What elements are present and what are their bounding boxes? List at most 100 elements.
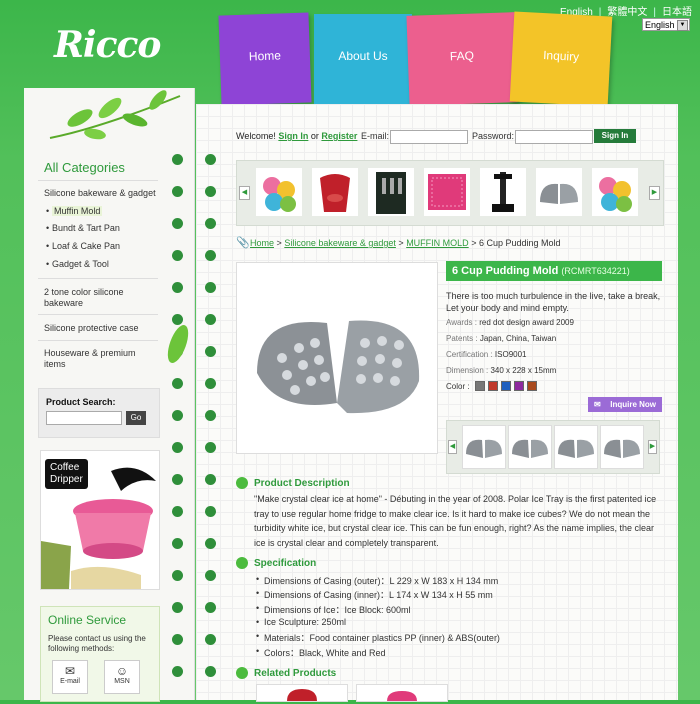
ring	[205, 378, 216, 389]
breadcrumb-subcategory[interactable]: MUFFIN MOLD	[406, 238, 469, 248]
related-products-heading: Related Products	[254, 668, 337, 679]
ring	[205, 314, 216, 325]
awards-value: red dot design award 2009	[479, 318, 574, 327]
related-product-image	[287, 689, 317, 701]
ring	[205, 538, 216, 549]
carousel-next-arrow[interactable]: ▶	[649, 186, 660, 200]
ring	[205, 250, 216, 261]
ring	[172, 602, 183, 613]
ring	[205, 474, 216, 485]
ring	[205, 570, 216, 581]
password-field[interactable]	[515, 130, 593, 144]
nav-about-us[interactable]: About Us	[314, 14, 412, 104]
product-thumb-image	[376, 172, 406, 214]
related-product-card[interactable]	[356, 684, 448, 702]
carousel-thumb[interactable]	[480, 168, 526, 216]
breadcrumb-home[interactable]: Home	[250, 238, 274, 248]
ring	[205, 410, 216, 421]
category-houseware[interactable]: Houseware & premium items	[44, 348, 158, 370]
category-silicone-bakeware[interactable]: Silicone bakeware & gadget	[44, 188, 158, 199]
subcategory-loaf-cake[interactable]: Loaf & Cake Pan	[46, 241, 120, 251]
leaf-icon	[236, 557, 248, 569]
spec-item: Materials：Food container plastics PP (in…	[256, 631, 500, 644]
search-go-button[interactable]: Go	[126, 411, 146, 425]
carousel-thumb[interactable]	[536, 168, 582, 216]
site-logo[interactable]: Ricco	[54, 24, 161, 66]
email-label: E-mail:	[361, 131, 390, 141]
carousel-thumb[interactable]	[592, 168, 638, 216]
password-label: Password:	[472, 131, 515, 141]
divider	[38, 340, 158, 341]
language-select[interactable]: English ▼	[642, 18, 690, 31]
ring	[172, 570, 183, 581]
patents-value: Japan, China, Taiwan	[479, 334, 557, 343]
gallery-thumb[interactable]	[508, 425, 552, 469]
product-main-image[interactable]	[236, 262, 438, 454]
nav-inquiry[interactable]: Inquiry	[509, 11, 613, 107]
breadcrumb-category[interactable]: Silicone bakeware & gadget	[284, 238, 396, 248]
lang-japanese-link[interactable]: 日本語	[662, 7, 692, 18]
carousel-thumb[interactable]	[312, 168, 358, 216]
chevron-down-icon: ▼	[677, 20, 688, 31]
signin-button[interactable]: Sign In	[594, 129, 636, 143]
nav-faq[interactable]: FAQ	[406, 12, 518, 106]
ring	[205, 602, 216, 613]
msn-contact-button[interactable]: ☺ MSN	[104, 660, 140, 694]
color-swatch-purple[interactable]	[514, 381, 524, 391]
carousel-thumb[interactable]	[368, 168, 414, 216]
email-contact-label: E-mail	[60, 678, 80, 685]
color-swatch-blue[interactable]	[501, 381, 511, 391]
email-contact-button[interactable]: ✉ E-mail	[52, 660, 88, 694]
related-product-image	[387, 691, 417, 701]
nav-home[interactable]: Home	[218, 12, 312, 106]
mail-icon: ✉	[64, 664, 76, 678]
related-product-card[interactable]	[256, 684, 348, 702]
spec-item: Dimensions of Casing (inner)：L 174 x W 1…	[256, 588, 493, 601]
coffee-dripper-ad[interactable]: Coffee Dripper	[40, 450, 160, 590]
product-thumb-image	[263, 177, 296, 212]
gallery-thumb[interactable]	[462, 425, 506, 469]
inquire-now-button[interactable]: ✉ Inquire Now	[588, 397, 662, 412]
paperclip-icon: 📎	[236, 237, 250, 249]
subcategory-bundt-tart[interactable]: Bundt & Tart Pan	[46, 223, 120, 233]
ring	[205, 634, 216, 645]
spec-item: Ice Sculpture: 250ml	[256, 617, 346, 627]
product-search-label: Product Search:	[46, 397, 116, 407]
online-service-title: Online Service	[48, 613, 127, 627]
product-short-description: There is too much turbulence in the live…	[446, 291, 661, 313]
gallery-prev-arrow[interactable]: ◀	[448, 440, 457, 454]
awards-row: Awards : red dot design award 2009	[446, 318, 574, 327]
color-swatch-brown[interactable]	[527, 381, 537, 391]
product-search-input[interactable]	[46, 411, 122, 425]
carousel-thumb[interactable]	[424, 168, 470, 216]
category-protective-case[interactable]: Silicone protective case	[44, 323, 158, 334]
ring	[205, 282, 216, 293]
product-title: 6 Cup Pudding Mold	[452, 265, 559, 277]
breadcrumb-separator: >	[471, 238, 477, 248]
color-swatch-red[interactable]	[488, 381, 498, 391]
subcategory-muffin-mold[interactable]: Muffin Mold	[46, 206, 103, 216]
carousel-thumb[interactable]	[256, 168, 302, 216]
subcategory-gadget-tool[interactable]: Gadget & Tool	[46, 259, 109, 269]
gallery-thumb-image	[558, 439, 594, 458]
product-thumb-image	[428, 174, 466, 210]
category-two-tone[interactable]: 2 tone color silicone bakeware	[44, 287, 158, 309]
breadcrumb-separator: >	[398, 238, 404, 248]
signin-link[interactable]: Sign In	[278, 131, 308, 141]
product-title-bar: 6 Cup Pudding Mold (RCMRT634221)	[446, 261, 662, 281]
leaf-icon	[236, 477, 248, 489]
or-text: or	[310, 131, 319, 141]
register-link[interactable]: Register	[321, 131, 357, 141]
gallery-thumb-image	[466, 439, 502, 458]
gallery-thumb-image	[512, 439, 548, 458]
lang-traditional-chinese-link[interactable]: 繁體中文	[607, 7, 647, 18]
patents-row: Patents : Japan, China, Taiwan	[446, 334, 556, 343]
divider	[38, 278, 158, 279]
gallery-next-arrow[interactable]: ▶	[648, 440, 657, 454]
gallery-thumb[interactable]	[554, 425, 598, 469]
carousel-prev-arrow[interactable]: ◀	[239, 186, 250, 200]
gallery-thumb[interactable]	[600, 425, 644, 469]
ring	[205, 666, 216, 677]
email-field[interactable]	[390, 130, 468, 144]
color-swatch-gray[interactable]	[475, 381, 485, 391]
